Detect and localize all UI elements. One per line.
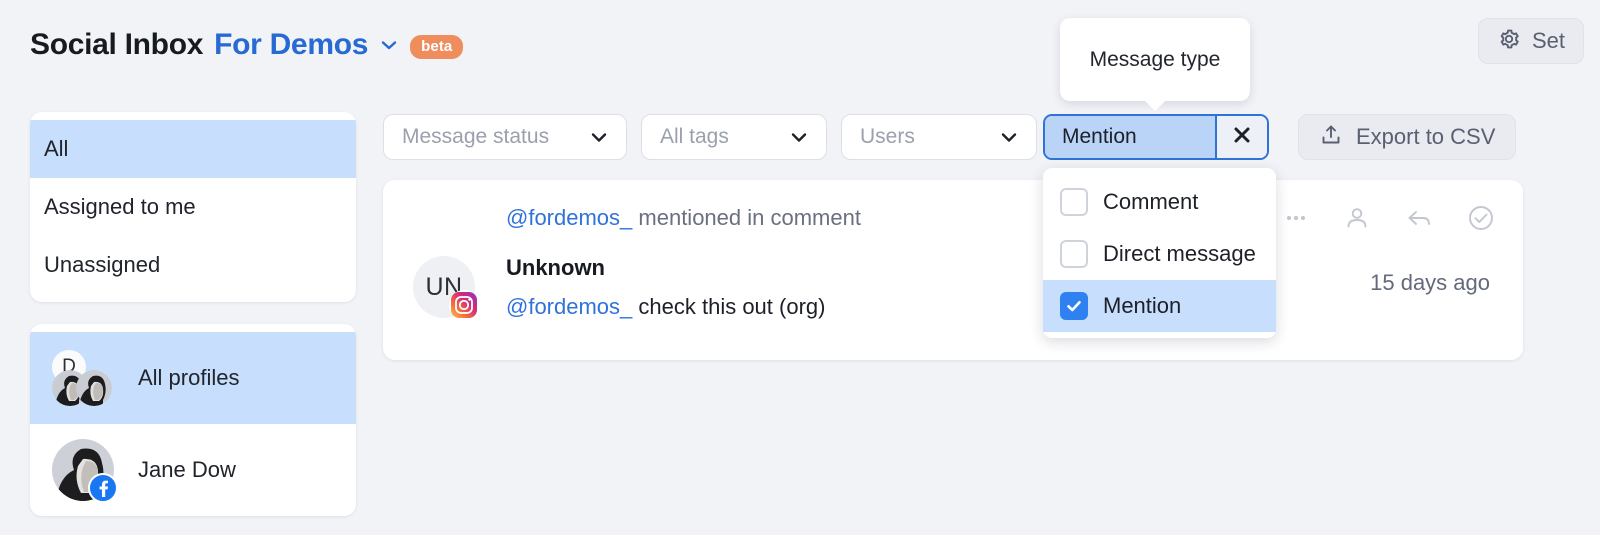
users-filter[interactable]: Users — [841, 114, 1037, 160]
message-text: @fordemos_ check this out (org) — [506, 294, 825, 320]
page-header: Social Inbox For Demos beta — [0, 0, 1600, 90]
message-avatar-wrap: UN — [413, 256, 479, 320]
users-filter-label: Users — [860, 125, 915, 148]
dropdown-option-mention[interactable]: Mention — [1043, 280, 1276, 332]
upload-icon — [1319, 123, 1343, 152]
dropdown-option-label: Mention — [1103, 293, 1182, 318]
sidebar-item-all[interactable]: All — [30, 120, 356, 178]
message-type-dropdown: Comment Direct message Mention — [1043, 168, 1276, 338]
profiles-panel: D All profiles Jane Dow — [30, 324, 356, 516]
message-status-filter[interactable]: Message status — [383, 114, 627, 160]
message-timestamp: 15 days ago — [1370, 270, 1490, 295]
facebook-badge-icon — [88, 473, 118, 503]
message-text-handle[interactable]: @fordemos_ — [506, 294, 632, 319]
filter-bar: Message status All tags Users — [383, 114, 1037, 160]
chevron-down-icon[interactable] — [379, 35, 399, 55]
export-to-csv-label: Export to CSV — [1356, 124, 1496, 149]
all-tags-filter[interactable]: All tags — [641, 114, 827, 160]
message-text-rest: check this out (org) — [632, 294, 826, 319]
workspace-selector-label[interactable]: For Demos — [214, 28, 368, 62]
clear-message-type-button[interactable] — [1215, 116, 1267, 158]
chevron-down-icon — [998, 126, 1020, 148]
message-meta: @fordemos_ mentioned in comment — [506, 205, 861, 231]
export-to-csv-button[interactable]: Export to CSV — [1298, 114, 1517, 160]
reply-icon[interactable] — [1405, 204, 1433, 232]
dropdown-option-label: Direct message — [1103, 241, 1256, 266]
chevron-down-icon — [588, 126, 610, 148]
avatar-cluster: D — [52, 350, 114, 406]
sidebar-item-label: All profiles — [138, 365, 240, 390]
sidebar-item-unassigned[interactable]: Unassigned — [30, 236, 356, 294]
message-meta-handle[interactable]: @fordemos_ — [506, 205, 632, 230]
message-meta-text: mentioned in comment — [632, 205, 861, 230]
message-card[interactable]: @fordemos_ mentioned in comment UN Unkno… — [383, 180, 1523, 360]
checkbox-unchecked-icon[interactable] — [1060, 240, 1088, 268]
sidebar-item-jane-dow[interactable]: Jane Dow — [30, 424, 356, 516]
beta-badge: beta — [410, 35, 464, 59]
sidebar-item-all-profiles[interactable]: D All profiles — [30, 332, 356, 424]
message-author: Unknown — [506, 255, 605, 280]
message-actions — [1283, 204, 1495, 232]
person-icon[interactable] — [1343, 204, 1371, 232]
message-type-filter-value: Mention — [1045, 116, 1215, 158]
instagram-badge-icon — [449, 290, 479, 320]
dropdown-option-label: Comment — [1103, 189, 1199, 214]
title-row: Social Inbox For Demos beta — [30, 28, 464, 62]
checkbox-unchecked-icon[interactable] — [1060, 188, 1088, 216]
page-title: Social Inbox — [30, 28, 204, 61]
sidebar-item-label: Jane Dow — [138, 457, 236, 482]
message-body: Unknown @fordemos_ check this out (org) — [506, 255, 825, 320]
gear-icon — [1497, 27, 1521, 56]
settings-label: Set — [1532, 28, 1566, 53]
sidebar-item-label: All — [44, 136, 69, 161]
close-icon — [1231, 124, 1253, 151]
dropdown-option-direct-message[interactable]: Direct message — [1043, 228, 1276, 280]
more-horizontal-icon[interactable] — [1283, 205, 1309, 231]
message-type-tooltip: Message type — [1060, 18, 1250, 111]
sidebar-item-label: Unassigned — [44, 252, 161, 277]
avatar-wrap — [52, 439, 118, 503]
sidebar-item-label: Assigned to me — [44, 194, 196, 219]
settings-button[interactable]: Set — [1478, 18, 1585, 64]
sidebar-item-assigned-to-me[interactable]: Assigned to me — [30, 178, 356, 236]
tooltip-text: Message type — [1089, 47, 1221, 71]
sidebar: All Assigned to me Unassigned D All prof… — [30, 112, 356, 516]
scope-filter-panel: All Assigned to me Unassigned — [30, 112, 356, 302]
all-tags-filter-label: All tags — [660, 125, 729, 148]
dropdown-option-comment[interactable]: Comment — [1043, 176, 1276, 228]
message-status-filter-label: Message status — [402, 125, 550, 148]
check-circle-icon[interactable] — [1467, 204, 1495, 232]
checkbox-checked-icon[interactable] — [1060, 292, 1088, 320]
avatar — [76, 370, 112, 406]
chevron-down-icon — [788, 126, 810, 148]
message-type-filter-chip[interactable]: Mention — [1043, 114, 1269, 160]
